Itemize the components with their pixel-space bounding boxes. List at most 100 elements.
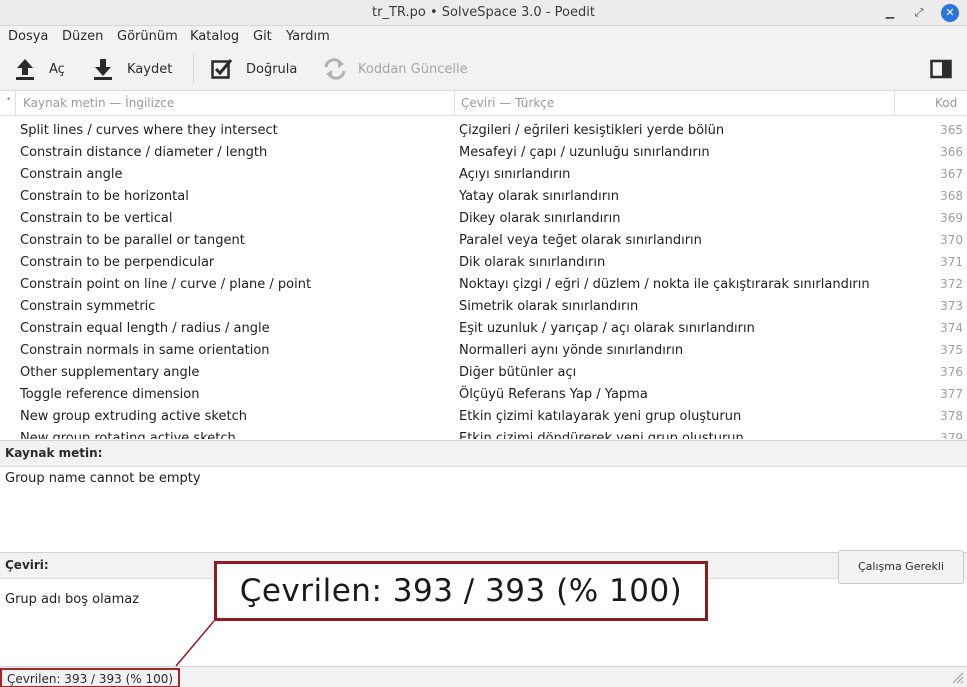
zoom-callout: Çevrilen: 393 / 393 (% 100) xyxy=(214,561,708,621)
validate-label: Doğrula xyxy=(246,61,298,77)
table-row[interactable]: Constrain angle Açıyı sınırlandırın 367 xyxy=(0,164,967,186)
source-panel-title: Kaynak metin: xyxy=(5,446,103,460)
window-title: tr_TR.po • SolveSpace 3.0 - Poedit xyxy=(372,5,595,20)
resize-grip-icon[interactable] xyxy=(950,670,964,684)
row-source: New group rotating active sketch xyxy=(20,431,236,439)
row-translation: Etkin çizimi katılayarak yeni grup oluşt… xyxy=(459,409,742,424)
sidebar-toggle-button[interactable] xyxy=(930,54,952,84)
menu-katalog[interactable]: Katalog xyxy=(190,29,239,44)
column-header-translation[interactable]: Çeviri — Türkçe xyxy=(461,96,554,110)
menu-gorunum[interactable]: Görünüm xyxy=(117,29,178,44)
row-translation: Diğer bütünler açı xyxy=(459,365,577,380)
save-button[interactable]: Kaydet xyxy=(91,54,172,84)
open-label: Aç xyxy=(49,61,65,77)
column-header-id[interactable]: Kod xyxy=(935,96,957,110)
checkbox-icon xyxy=(211,59,233,79)
source-panel: Kaynak metin: Group name cannot be empty xyxy=(0,440,967,552)
list-header: • Kaynak metin — İngilizce Çeviri — Türk… xyxy=(0,91,967,116)
table-row[interactable]: Constrain distance / diameter / length M… xyxy=(0,142,967,164)
row-source: Toggle reference dimension xyxy=(20,387,200,402)
row-translation: Yatay olarak sınırlandırın xyxy=(459,189,619,204)
menu-git[interactable]: Git xyxy=(253,29,272,44)
translation-panel-title: Çeviri: xyxy=(5,558,49,572)
toolbar: Aç Kaydet Doğrula Koddan Güncelle xyxy=(0,48,967,91)
menu-dosya[interactable]: Dosya xyxy=(8,29,48,44)
column-separator xyxy=(454,91,455,116)
row-source: Constrain symmetric xyxy=(20,299,156,314)
row-source: Constrain equal length / radius / angle xyxy=(20,321,270,336)
table-row[interactable]: Constrain normals in same orientation No… xyxy=(0,340,967,362)
open-button[interactable]: Aç xyxy=(13,54,65,84)
row-translation: Paralel veya teğet olarak sınırlandırın xyxy=(459,233,702,248)
download-icon xyxy=(94,59,112,80)
title-bar: tr_TR.po • SolveSpace 3.0 - Poedit ▁ ⤢ ✕ xyxy=(0,0,967,26)
needs-work-button[interactable]: Çalışma Gerekli xyxy=(838,550,964,584)
table-row[interactable]: New group rotating active sketch Etkin ç… xyxy=(0,428,967,439)
source-text: Group name cannot be empty xyxy=(5,471,201,486)
row-translation: Noktayı çizgi / eğri / düzlem / nokta il… xyxy=(459,277,870,292)
row-translation: Simetrik olarak sınırlandırın xyxy=(459,299,639,314)
row-source: Constrain to be vertical xyxy=(20,211,173,226)
column-separator xyxy=(894,91,895,116)
menu-yardim[interactable]: Yardım xyxy=(286,29,330,44)
column-header-source[interactable]: Kaynak metin — İngilizce xyxy=(23,96,174,110)
row-translation: Ölçüyü Referans Yap / Yapma xyxy=(459,387,648,402)
row-id: 369 xyxy=(940,211,963,225)
sort-indicator-icon[interactable]: • xyxy=(6,95,11,105)
save-label: Kaydet xyxy=(127,61,173,77)
validate-button[interactable]: Doğrula xyxy=(210,54,297,84)
row-id: 377 xyxy=(940,387,963,401)
row-source: Constrain to be parallel or tangent xyxy=(20,233,245,248)
row-source: Constrain to be horizontal xyxy=(20,189,189,204)
row-source: Other supplementary angle xyxy=(20,365,200,380)
table-row[interactable]: Toggle reference dimension Ölçüyü Refera… xyxy=(0,384,967,406)
row-source: Constrain to be perpendicular xyxy=(20,255,215,270)
minimize-button[interactable]: ▁ xyxy=(881,4,899,22)
row-source: Constrain angle xyxy=(20,167,123,182)
row-translation: Eşit uzunluk / yarıçap / açı olarak sını… xyxy=(459,321,755,336)
row-source: Constrain point on line / curve / plane … xyxy=(20,277,312,292)
translation-input[interactable]: Grup adı boş olamaz xyxy=(5,592,139,607)
menu-duzen[interactable]: Düzen xyxy=(62,29,103,44)
row-id: 367 xyxy=(940,167,963,181)
table-row[interactable]: New group extruding active sketch Etkin … xyxy=(0,406,967,428)
row-id: 370 xyxy=(940,233,963,247)
row-translation: Dik olarak sınırlandırın xyxy=(459,255,606,270)
row-source: Split lines / curves where they intersec… xyxy=(20,123,278,138)
table-row[interactable]: Constrain point on line / curve / plane … xyxy=(0,274,967,296)
row-id: 373 xyxy=(940,299,963,313)
row-id: 365 xyxy=(940,123,963,137)
row-id: 376 xyxy=(940,365,963,379)
table-row[interactable]: Constrain equal length / radius / angle … xyxy=(0,318,967,340)
table-row[interactable]: Constrain to be horizontal Yatay olarak … xyxy=(0,186,967,208)
table-row[interactable]: Other supplementary angle Diğer bütünler… xyxy=(0,362,967,384)
sidebar-icon xyxy=(930,59,952,79)
update-from-code-button[interactable]: Koddan Güncelle xyxy=(322,54,468,84)
status-bar: Çevrilen: 393 / 393 (% 100) xyxy=(0,666,967,687)
row-id: 372 xyxy=(940,277,963,291)
table-row[interactable]: Constrain to be perpendicular Dik olarak… xyxy=(0,252,967,274)
row-translation: Açıyı sınırlandırın xyxy=(459,167,571,182)
close-button[interactable]: ✕ xyxy=(941,4,959,22)
row-translation: Etkin çizimi döndürerek yeni grup oluştu… xyxy=(459,431,744,439)
row-source: Constrain distance / diameter / length xyxy=(20,145,268,160)
translation-list[interactable]: Split lines / curves where they intersec… xyxy=(0,117,967,439)
refresh-icon xyxy=(324,58,346,80)
source-panel-header: Kaynak metin: xyxy=(0,441,967,467)
toolbar-separator xyxy=(193,54,194,84)
table-row[interactable]: Constrain to be parallel or tangent Para… xyxy=(0,230,967,252)
row-id: 371 xyxy=(940,255,963,269)
table-row[interactable]: Constrain symmetric Simetrik olarak sını… xyxy=(0,296,967,318)
row-source: Constrain normals in same orientation xyxy=(20,343,270,358)
row-translation: Çizgileri / eğrileri kesiştikleri yerde … xyxy=(459,123,725,138)
table-row[interactable]: Constrain to be vertical Dikey olarak sı… xyxy=(0,208,967,230)
row-id: 379 xyxy=(940,431,963,439)
row-id: 378 xyxy=(940,409,963,423)
column-separator xyxy=(15,91,16,116)
table-row[interactable]: Split lines / curves where they intersec… xyxy=(0,120,967,142)
menu-bar: Dosya Düzen Görünüm Katalog Git Yardım xyxy=(0,26,967,48)
row-translation: Dikey olarak sınırlandırın xyxy=(459,211,621,226)
zoom-callout-text: Çevrilen: 393 / 393 (% 100) xyxy=(239,573,683,609)
maximize-button[interactable]: ⤢ xyxy=(910,4,928,22)
upload-icon xyxy=(16,59,34,80)
